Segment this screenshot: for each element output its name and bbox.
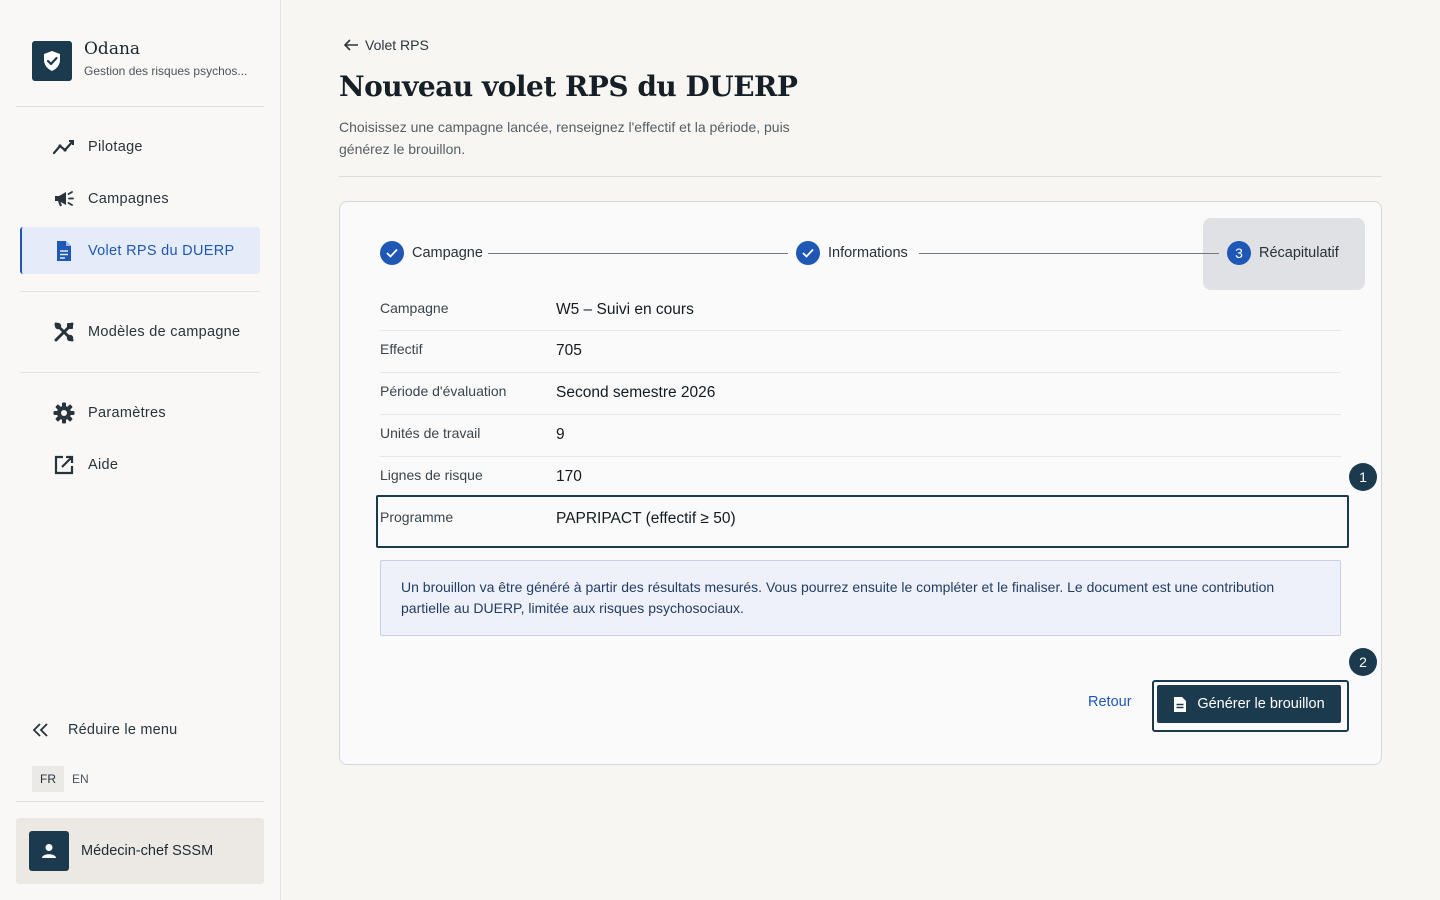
summary-label: Lignes de risque: [380, 467, 483, 483]
generate-draft-label: Générer le brouillon: [1197, 696, 1325, 712]
summary-row: Période d'évaluation Second semestre 202…: [380, 373, 1341, 415]
collapse-menu-label: Réduire le menu: [68, 722, 178, 738]
summary-value: 9: [556, 426, 565, 443]
megaphone-icon: [52, 187, 76, 211]
language-en[interactable]: EN: [64, 766, 97, 792]
back-link-label: Volet RPS: [365, 37, 429, 53]
info-notice: Un brouillon va être généré à partir des…: [380, 560, 1341, 636]
summary-value: 705: [556, 342, 582, 359]
sidebar-item-volet-rps[interactable]: Volet RPS du DUERP: [20, 227, 260, 274]
divider: [20, 372, 260, 373]
summary-label: Effectif: [380, 341, 423, 357]
page-description: Choisissez une campagne lancée, renseign…: [339, 119, 790, 157]
language-fr[interactable]: FR: [32, 766, 64, 792]
brand[interactable]: Odana Gestion des risques psychos...: [32, 39, 248, 81]
sidebar-item-label: Aide: [88, 457, 119, 473]
summary-label: Période d'évaluation: [380, 383, 507, 399]
sidebar: Odana Gestion des risques psychos... Pil…: [0, 0, 281, 900]
tools-icon: [52, 320, 76, 344]
step-connector: [919, 253, 1219, 254]
sidebar-item-label: Volet RPS du DUERP: [88, 242, 235, 259]
external-link-icon: [52, 453, 76, 477]
summary-label: Programme: [380, 509, 454, 525]
check-icon: [796, 241, 820, 265]
generate-draft-button[interactable]: Générer le brouillon: [1157, 685, 1341, 723]
step-connector: [488, 253, 788, 254]
annotation-badge: 1: [1349, 463, 1377, 491]
step-label: Campagne: [412, 245, 483, 261]
user-name: Médecin-chef SSSM: [81, 843, 214, 859]
divider: [16, 801, 264, 802]
sidebar-item-parametres[interactable]: Paramètres: [20, 390, 260, 436]
back-button[interactable]: Retour: [1088, 694, 1132, 710]
step-number: 3: [1227, 241, 1251, 265]
sidebar-item-label: Modèles de campagne: [88, 324, 241, 340]
brand-name: Odana: [84, 39, 141, 59]
back-link[interactable]: Volet RPS: [344, 37, 429, 53]
sidebar-item-label: Campagnes: [88, 191, 169, 207]
language-switcher: FR EN: [32, 766, 97, 792]
step-recapitulatif[interactable]: 3 Récapitulatif: [1227, 241, 1339, 265]
summary-value: PAPRIPACT (effectif ≥ 50): [556, 510, 736, 527]
document-icon: [52, 239, 76, 263]
page-title: Nouveau volet RPS du DUERP: [339, 70, 798, 103]
gear-icon: [52, 401, 76, 425]
summary-row: Unités de travail 9: [380, 415, 1341, 457]
sidebar-item-label: Paramètres: [88, 405, 166, 421]
user-profile[interactable]: Médecin-chef SSSM: [16, 818, 264, 884]
collapse-menu-button[interactable]: Réduire le menu: [32, 722, 177, 738]
summary-row: Effectif 705: [380, 331, 1341, 373]
divider: [16, 106, 264, 107]
step-label: Récapitulatif: [1259, 245, 1339, 261]
divider: [339, 176, 1382, 177]
shield-check-icon: [32, 41, 72, 81]
chart-line-icon: [52, 135, 76, 159]
arrow-left-icon: [344, 39, 359, 51]
sidebar-item-aide[interactable]: Aide: [20, 442, 260, 488]
sidebar-item-label: Pilotage: [88, 139, 143, 155]
summary-value: W5 – Suivi en cours: [556, 301, 694, 318]
summary-label: Campagne: [380, 300, 449, 316]
step-campagne[interactable]: Campagne: [380, 241, 483, 265]
summary-value: 170: [556, 468, 582, 485]
summary-row: Campagne W5 – Suivi en cours: [380, 290, 1341, 331]
annotation-badge: 2: [1349, 648, 1377, 676]
sidebar-item-pilotage[interactable]: Pilotage: [20, 124, 260, 170]
brand-subtitle: Gestion des risques psychos...: [84, 64, 248, 78]
double-chevron-left-icon: [32, 723, 56, 737]
summary-row: Lignes de risque 170: [380, 457, 1341, 496]
user-avatar-icon: [29, 831, 69, 871]
step-informations[interactable]: Informations: [796, 241, 908, 265]
summary-label: Unités de travail: [380, 425, 481, 441]
check-icon: [380, 241, 404, 265]
step-label: Informations: [828, 245, 908, 261]
document-icon: [1173, 696, 1187, 713]
summary-value: Second semestre 2026: [556, 384, 716, 401]
sidebar-item-modeles[interactable]: Modèles de campagne: [20, 309, 260, 355]
sidebar-item-campagnes[interactable]: Campagnes: [20, 176, 260, 222]
divider: [20, 291, 260, 292]
summary-row-highlighted: Programme PAPRIPACT (effectif ≥ 50): [376, 495, 1349, 548]
